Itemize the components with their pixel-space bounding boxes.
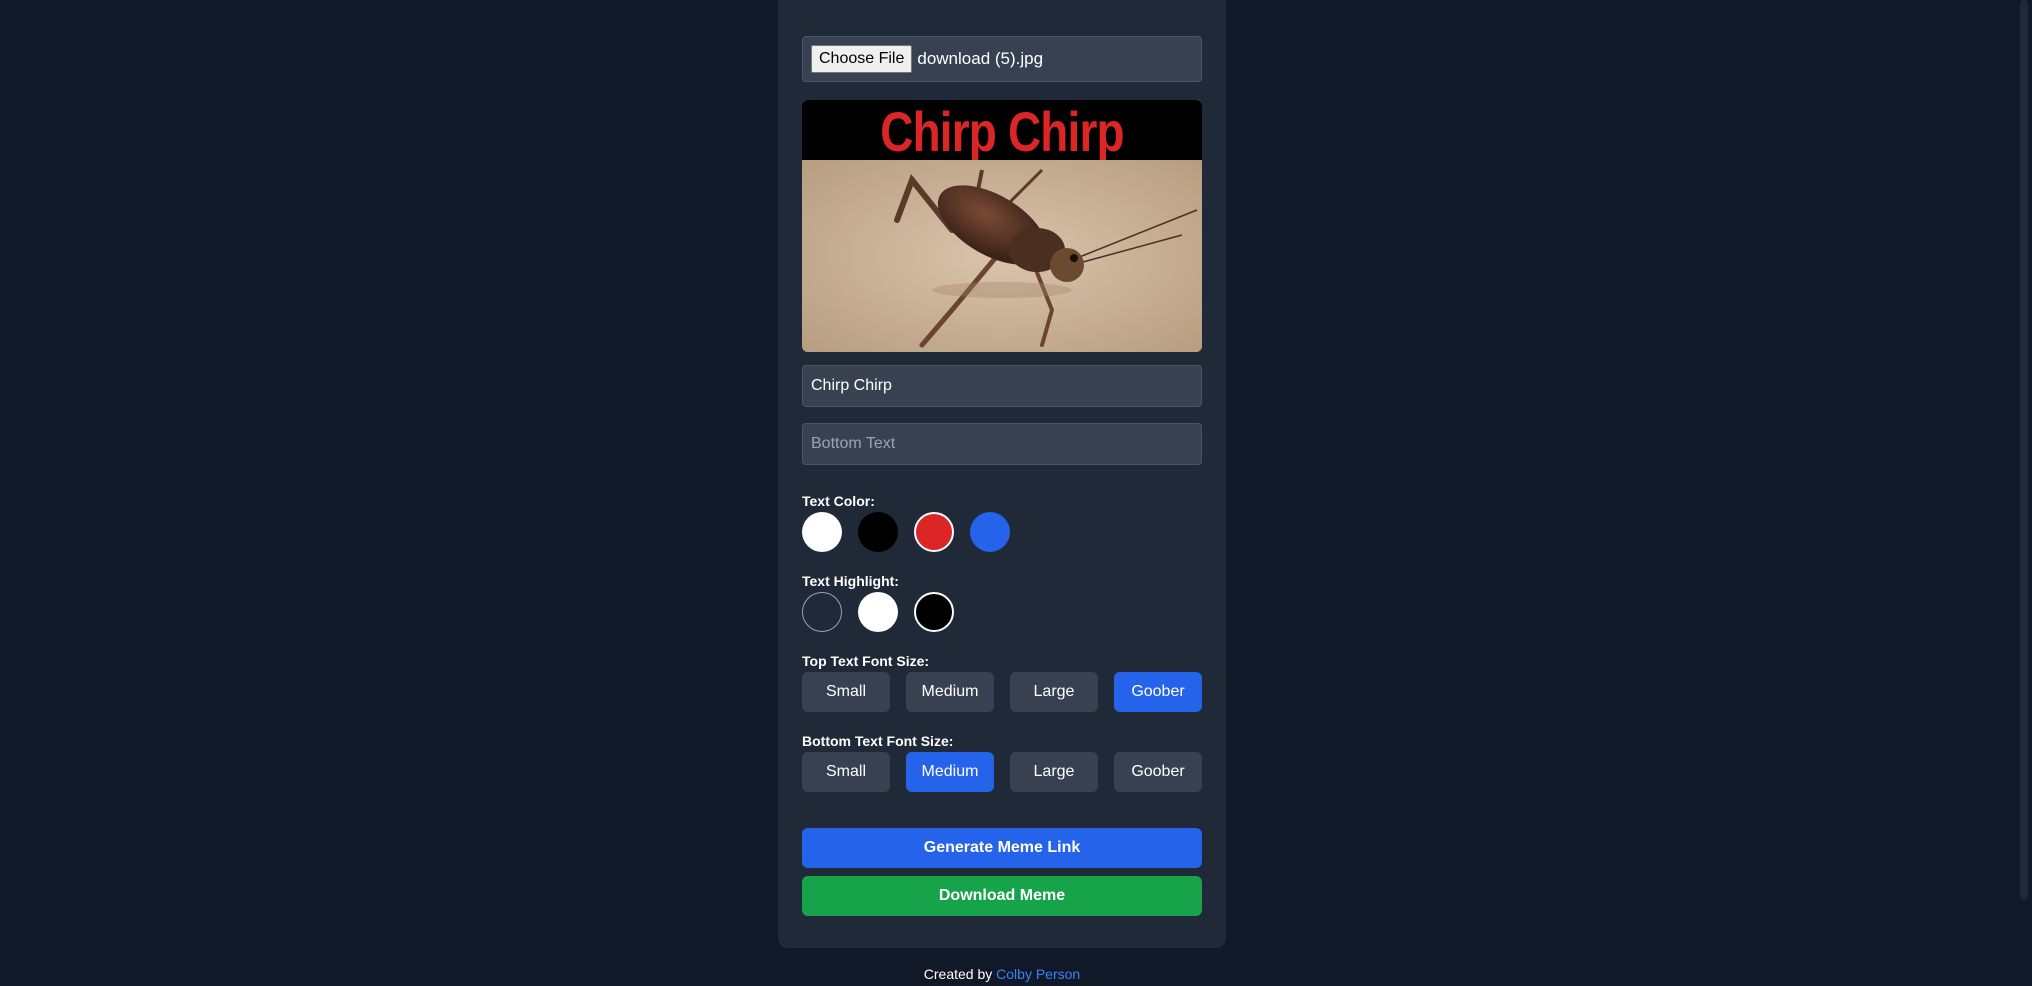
- footer: Created by Colby Person: [778, 966, 1226, 982]
- text-color-black-swatch[interactable]: [858, 512, 898, 552]
- highlight-black-swatch[interactable]: [914, 592, 954, 632]
- download-meme-button[interactable]: Download Meme: [802, 876, 1202, 916]
- preview-top-text: Chirp Chirp: [880, 100, 1124, 163]
- top-font-size-label: Top Text Font Size:: [802, 653, 930, 669]
- top-size-goober-button[interactable]: Goober: [1114, 672, 1202, 712]
- top-size-small-button[interactable]: Small: [802, 672, 890, 712]
- bottom-size-small-button[interactable]: Small: [802, 752, 890, 792]
- page: Choose File download (5).jpg Chirp Chirp: [0, 0, 2032, 986]
- bottom-text-input[interactable]: [802, 423, 1202, 465]
- footer-prefix: Created by: [923, 966, 993, 982]
- bottom-size-medium-button[interactable]: Medium: [906, 752, 994, 792]
- highlight-none-swatch[interactable]: [802, 592, 842, 632]
- text-color-label: Text Color:: [802, 493, 875, 509]
- choose-file-button[interactable]: Choose File: [811, 45, 913, 73]
- text-color-blue-swatch[interactable]: [970, 512, 1010, 552]
- cricket-photo: [802, 160, 1202, 352]
- bottom-font-size-options: Small Medium Large Goober: [802, 752, 1202, 792]
- file-input[interactable]: Choose File download (5).jpg: [802, 36, 1202, 82]
- top-text-input[interactable]: [802, 365, 1202, 407]
- file-name: download (5).jpg: [917, 49, 1044, 68]
- text-color-white-swatch[interactable]: [802, 512, 842, 552]
- top-size-medium-button[interactable]: Medium: [906, 672, 994, 712]
- generate-meme-link-button[interactable]: Generate Meme Link: [802, 828, 1202, 868]
- text-highlight-label: Text Highlight:: [802, 573, 899, 589]
- bottom-size-goober-button[interactable]: Goober: [1114, 752, 1202, 792]
- top-size-large-button[interactable]: Large: [1010, 672, 1098, 712]
- bottom-size-large-button[interactable]: Large: [1010, 752, 1098, 792]
- meme-preview: Chirp Chirp: [802, 100, 1202, 352]
- bottom-font-size-label: Bottom Text Font Size:: [802, 733, 954, 749]
- top-font-size-options: Small Medium Large Goober: [802, 672, 1202, 712]
- text-color-swatches: [802, 512, 1202, 552]
- meme-editor-card: Choose File download (5).jpg Chirp Chirp: [778, 0, 1226, 948]
- highlight-white-swatch[interactable]: [858, 592, 898, 632]
- text-color-red-swatch[interactable]: [914, 512, 954, 552]
- scrollbar-thumb[interactable]: [2020, 0, 2028, 900]
- author-link[interactable]: Colby Person: [996, 966, 1080, 982]
- text-highlight-swatches: [802, 592, 1202, 632]
- scrollbar[interactable]: [2015, 0, 2032, 986]
